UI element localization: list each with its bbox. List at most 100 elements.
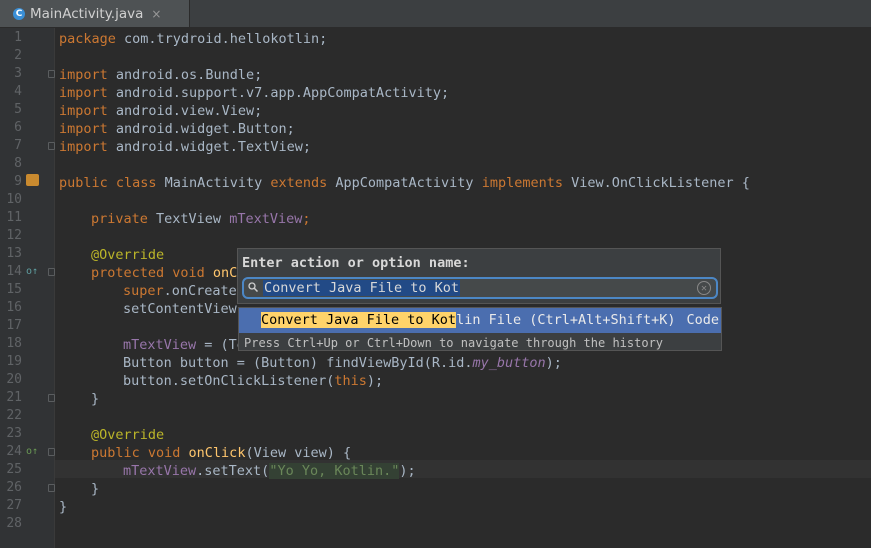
fold-marker[interactable] (48, 448, 55, 456)
code-token: import (59, 85, 108, 101)
code-line: public void onClick(View view) { (91, 444, 351, 462)
code-token: @Override (91, 427, 165, 443)
fold-marker[interactable] (48, 142, 55, 150)
code-line: protected void onC (91, 264, 237, 282)
line-number: 8 (14, 156, 22, 171)
fold-marker[interactable] (48, 268, 55, 276)
code-line: public class MainActivity extends AppCom… (59, 174, 750, 192)
code-token: onC (204, 265, 238, 281)
code-line: import android.widget.Button; (59, 120, 295, 138)
code-token: mTextView (123, 463, 197, 479)
line-number: 28 (6, 516, 22, 531)
code-token: this (334, 373, 367, 389)
code-token: android.widget.TextView; (107, 139, 311, 155)
code-token: android.widget.Button; (107, 121, 295, 137)
override-marker-icon[interactable]: o↑ (26, 266, 38, 277)
line-number: 12 (6, 228, 22, 243)
code-line: package com.trydroid.hellokotlin; (59, 30, 327, 48)
fold-marker[interactable] (48, 394, 55, 402)
code-line: button.setOnClickListener(this); (123, 372, 383, 390)
code-token: public class (59, 175, 157, 191)
code-token: } (91, 391, 100, 407)
line-number: 23 (6, 426, 22, 441)
code-line: } (91, 480, 99, 498)
code-token: my_button (472, 355, 546, 371)
line-number: 6 (14, 120, 22, 135)
tab-mainactivity[interactable]: C MainActivity.java × (0, 0, 190, 27)
line-number: 27 (6, 498, 22, 513)
code-line: import android.view.View; (59, 102, 262, 120)
line-number: 11 (6, 210, 22, 225)
line-number: 16 (6, 300, 22, 315)
line-number: 2 (14, 48, 22, 63)
code-token: .onCreate (163, 283, 237, 299)
code-token: mTextView (229, 211, 303, 227)
line-number: 13 (6, 246, 22, 261)
find-action-popup: Enter action or option name: Convert Jav… (237, 248, 721, 304)
code-token: ; (302, 211, 311, 227)
code-token: android.os.Bundle; (107, 67, 263, 83)
code-token: ); (399, 463, 416, 479)
code-token: import (59, 103, 108, 119)
code-token: MainActivity (156, 175, 271, 191)
line-number: 14 (6, 264, 22, 279)
code-line: @Override (91, 426, 164, 444)
line-number: 5 (14, 102, 22, 117)
line-number: 7 (14, 138, 22, 153)
result-match: Convert Java File to Kot (261, 312, 457, 328)
code-token: private (91, 211, 148, 227)
class-icon: C (13, 7, 25, 20)
code-token: mTextView (123, 337, 197, 353)
code-token: onClick (188, 445, 246, 461)
code-token: TextView (147, 211, 230, 227)
code-token: package (59, 31, 116, 47)
code-line: import android.support.v7.app.AppCompatA… (59, 84, 449, 102)
line-number: 4 (14, 84, 22, 99)
code-token: AppCompatActivity (327, 175, 482, 191)
tab-label: MainActivity.java (30, 5, 144, 22)
code-token: (View view) { (245, 445, 352, 461)
result-item-convert-java-to-kotlin[interactable]: Convert Java File to Kotlin File (Ctrl+A… (239, 308, 721, 333)
history-hint: Press Ctrl+Up or Ctrl+Down to navigate t… (244, 336, 664, 350)
code-token: View.OnClickListener { (562, 175, 750, 191)
code-line: } (91, 390, 99, 408)
code-line: } (59, 498, 67, 516)
line-number: 21 (6, 390, 22, 405)
code-token: android.support.v7.app.AppCompatActivity… (107, 85, 450, 101)
implement-marker-icon[interactable]: o↑ (26, 446, 38, 457)
code-token: setContentView (123, 301, 237, 317)
code-token: ); (366, 373, 384, 389)
code-line: import android.widget.TextView; (59, 138, 311, 156)
code-token: import (59, 121, 108, 137)
code-token: } (59, 499, 68, 515)
search-value[interactable]: Convert Java File to Kot (263, 280, 461, 296)
code-line: mTextView = (Te (123, 336, 245, 354)
code-line: setContentView (123, 300, 237, 318)
close-icon[interactable]: × (151, 7, 161, 21)
code-line: private TextView mTextView; (91, 210, 310, 228)
line-number: 22 (6, 408, 22, 423)
line-number: 15 (6, 282, 22, 297)
code-token: ); (545, 355, 562, 371)
fold-marker[interactable] (48, 484, 55, 492)
action-search-input[interactable]: Convert Java File to Kot ✕ (242, 277, 718, 299)
code-line: @Override (91, 246, 164, 264)
clear-icon[interactable]: ✕ (697, 281, 711, 295)
code-token: protected void (91, 265, 205, 281)
line-number: 10 (6, 192, 22, 207)
code-token: android.view.View; (107, 103, 263, 119)
line-number: 20 (6, 372, 22, 387)
code-token: implements (481, 175, 563, 191)
result-label: Convert Java File to Kotlin File (Ctrl+A… (261, 312, 676, 328)
code-line: super.onCreate (123, 282, 237, 300)
action-results-list: Convert Java File to Kotlin File (Ctrl+A… (238, 307, 722, 351)
fold-marker[interactable] (48, 70, 55, 78)
result-category: Code (686, 312, 719, 328)
code-token: @Override (91, 247, 165, 263)
editor-tab-bar: C MainActivity.java × (0, 0, 871, 28)
class-marker-icon[interactable] (26, 174, 39, 186)
line-number: 24 (6, 444, 22, 459)
result-rest: lin File (Ctrl+Alt+Shift+K) (456, 312, 676, 328)
line-number: 3 (14, 66, 22, 81)
code-token: Button button = (Button) findViewById(R.… (123, 355, 473, 371)
